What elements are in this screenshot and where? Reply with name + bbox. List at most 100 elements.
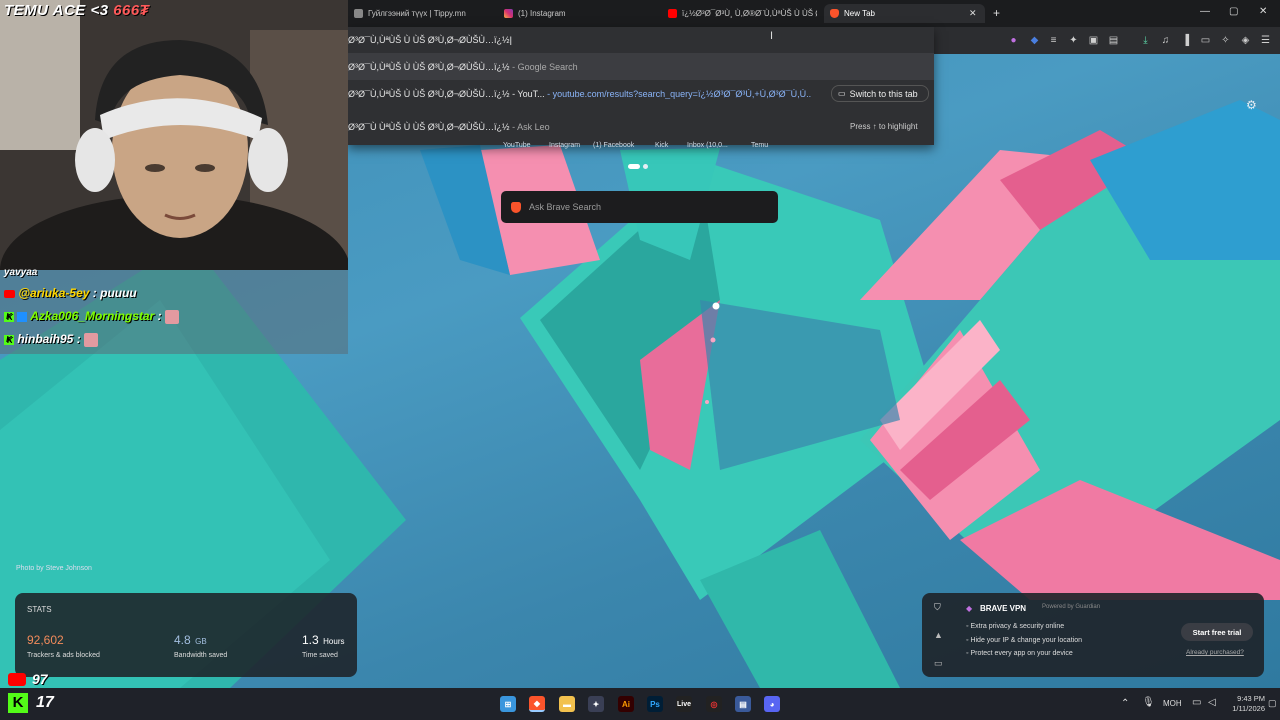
stat-value: 4.8 — [174, 633, 191, 647]
vpn-powered-by: Powered by Guardian — [1042, 604, 1101, 610]
photoshop-icon[interactable]: Ps — [647, 696, 663, 712]
badge-icon — [17, 311, 28, 322]
stat-unit: GB — [195, 637, 207, 646]
obs-icon[interactable]: ◎ — [706, 696, 722, 712]
suggestion-youtube[interactable]: Ø³Ø¯Ù,ÙªÙŠ Ù ÙŠ Ø³Ù,Ø¬ØÙŠÙ…ï¿½ - YouT...… — [348, 80, 934, 107]
youtube-icon — [4, 289, 15, 298]
kick-icon: K — [4, 334, 14, 345]
chat-line-partial: yavyaa — [4, 267, 38, 278]
clock-date: 1/11/2026 — [1232, 704, 1265, 713]
vpn-icon[interactable]: ◈ — [1240, 35, 1251, 46]
top-site-kick[interactable]: Kick — [655, 142, 668, 149]
download-icon[interactable]: ⤓ — [1140, 35, 1151, 46]
viewer-count: 97 — [32, 671, 48, 687]
youtube-favicon-icon — [668, 9, 677, 18]
minimize-window-icon[interactable]: — — [1200, 6, 1210, 17]
stat-label: Bandwidth saved — [174, 652, 228, 659]
microphone-icon[interactable]: 🎙 — [1142, 697, 1155, 708]
windows-start-icon[interactable]: ⊞ — [500, 696, 516, 712]
shield-extension-icon[interactable]: ◆ — [1029, 35, 1040, 46]
top-site-instagram[interactable]: Instagram — [549, 142, 580, 149]
switch-to-tab-button[interactable]: ▭ Switch to this tab — [831, 85, 929, 102]
monitor-icon[interactable]: ▭ — [934, 658, 943, 669]
start-free-trial-button[interactable]: Start free trial — [1181, 623, 1253, 641]
vpn-shield-icon[interactable]: ⛉ — [934, 602, 941, 613]
suggestion-source: - Google Search — [512, 61, 578, 72]
photo-credit[interactable]: Photo by Steve Johnson — [16, 565, 92, 572]
kick-icon: K — [4, 311, 14, 322]
chat-line: K hinbaih95 : — [4, 332, 99, 347]
language-indicator[interactable]: МОН — [1163, 699, 1182, 708]
brave-favicon-icon — [830, 9, 839, 18]
close-window-icon[interactable]: ✕ — [1259, 6, 1267, 17]
viewer-count: 17 — [36, 694, 54, 711]
screenshot-icon[interactable]: ▤ — [1108, 35, 1119, 46]
browser-tab-bar: Гуйлгээний түүх | Tippy.mn (1) Instagram… — [348, 0, 1280, 27]
live-app-icon[interactable]: Live — [676, 696, 692, 712]
notepad-icon[interactable]: ▤ — [735, 696, 751, 712]
youtube-viewer-count: 97 — [8, 671, 48, 687]
tray-chevron-icon[interactable]: ⌃ — [1121, 698, 1129, 709]
chat-line: K Azka006_Morningstar : — [4, 309, 179, 324]
pagination-dot[interactable] — [643, 164, 648, 169]
volume-icon[interactable]: ◁ — [1208, 697, 1216, 708]
extension-icon[interactable]: ≡ — [1048, 35, 1059, 46]
chat-line: @ariuka-5ey : puuuu — [4, 286, 137, 300]
top-site-youtube[interactable]: YouTube — [503, 142, 531, 149]
search-placeholder: Ask Brave Search — [529, 202, 602, 212]
chat-username: Azka006_Morningstar — [30, 309, 155, 323]
top-site-facebook[interactable]: (1) Facebook — [593, 142, 634, 149]
discord-icon[interactable]: ◕ — [764, 696, 780, 712]
brave-browser-icon[interactable]: ◆ — [529, 696, 545, 712]
address-bar-input[interactable]: Ø³Ø¯Ù,ÙªÙŠ Ù ÙŠ Ø³Ù,Ø¬ØÙŠÙ…ï¿½ | — [348, 27, 934, 52]
tab-new-tab[interactable]: New Tab — [824, 4, 985, 23]
switch-tab-label: Switch to this tab — [849, 88, 918, 99]
file-explorer-icon[interactable]: ▬ — [559, 696, 575, 712]
tab-title: New Tab — [844, 9, 875, 18]
stat-bandwidth: 4.8 GB Bandwidth saved — [174, 631, 227, 659]
pagination-dot-active[interactable] — [628, 164, 640, 169]
streamer-webcam-image — [0, 0, 348, 270]
top-site-inbox[interactable]: Inbox (10,0... — [687, 142, 728, 149]
chat-username: hinbaih95 — [17, 332, 74, 346]
menu-icon[interactable]: ☰ — [1260, 35, 1271, 46]
wallet-icon[interactable]: ▭ — [1200, 35, 1211, 46]
emote-icon — [164, 309, 179, 324]
media-icon[interactable]: ♫ — [1160, 35, 1171, 46]
emote-icon — [84, 332, 99, 347]
clock[interactable]: 9:43 PM 1/11/2026 — [1225, 694, 1265, 714]
extension-icon[interactable]: ● — [1008, 35, 1019, 46]
leo-ai-icon[interactable]: ✧ — [1220, 35, 1231, 46]
wallet-icon[interactable]: ▣ — [1088, 35, 1099, 46]
warning-icon[interactable]: ▲ — [934, 630, 943, 640]
tab-instagram[interactable]: (1) Instagram — [498, 4, 658, 23]
stat-label: Time saved — [302, 652, 338, 659]
vpn-feature: ◦ Extra privacy & security online — [966, 623, 1065, 630]
illustrator-icon[interactable]: Ai — [618, 696, 634, 712]
vpn-feature: ◦ Protect every app on your device — [966, 650, 1073, 657]
new-tab-plus-icon[interactable]: + — [993, 6, 1000, 20]
suggestion-ask-leo[interactable]: Ø³Ø¯Ù ÙªÙŠ Ù ÙŠ Ø³Ù,Ø¬ØÙŠÙ…ï¿½ - Ask Leo… — [348, 113, 934, 140]
restore-window-icon[interactable]: ▢ — [1229, 6, 1238, 17]
stat-unit: Hours — [323, 637, 345, 646]
kick-viewer-count: K 17 — [8, 693, 54, 713]
puzzle-icon[interactable]: ✦ — [1068, 35, 1079, 46]
brave-search-box[interactable]: Ask Brave Search — [501, 191, 778, 223]
sidebar-icon[interactable]: ▐ — [1180, 35, 1191, 46]
tab-tippy[interactable]: Гуйлгээний түүх | Tippy.mn — [348, 4, 493, 23]
suggestion-google-search[interactable]: Ø³Ø¯Ù,ÙªÙŠ Ù ÙŠ Ø³Ù,Ø¬ØÙŠÙ…ï¿½ - Google … — [348, 53, 934, 80]
app-icon[interactable]: ✦ — [588, 696, 604, 712]
settings-gear-icon[interactable]: ⚙ — [1246, 98, 1257, 112]
switch-tab-icon: ▭ — [838, 89, 846, 98]
already-purchased-link[interactable]: Already purchased? — [1186, 649, 1244, 656]
network-icon[interactable]: ▭ — [1192, 697, 1201, 708]
notification-icon[interactable]: ▢ — [1268, 698, 1277, 709]
stat-value: 1.3 — [302, 633, 319, 647]
suggestion-url: - youtube.com/results?search_query=ï¿½Ø³… — [547, 88, 812, 99]
top-site-temu[interactable]: Temu — [751, 142, 768, 149]
suggestion-source: - Ask Leo — [512, 121, 550, 132]
webcam-overlay: TEMU ACE <3 666₮ — [0, 0, 348, 270]
youtube-icon — [8, 672, 26, 686]
close-tab-icon[interactable]: ✕ — [969, 8, 977, 19]
tab-youtube[interactable]: ï¿½Ø³Ø¯Ø³Ù¸ Ù,Ø®Ø¨Ù,ÙªÙŠ Ù ÙŠ Ø — [662, 4, 817, 23]
